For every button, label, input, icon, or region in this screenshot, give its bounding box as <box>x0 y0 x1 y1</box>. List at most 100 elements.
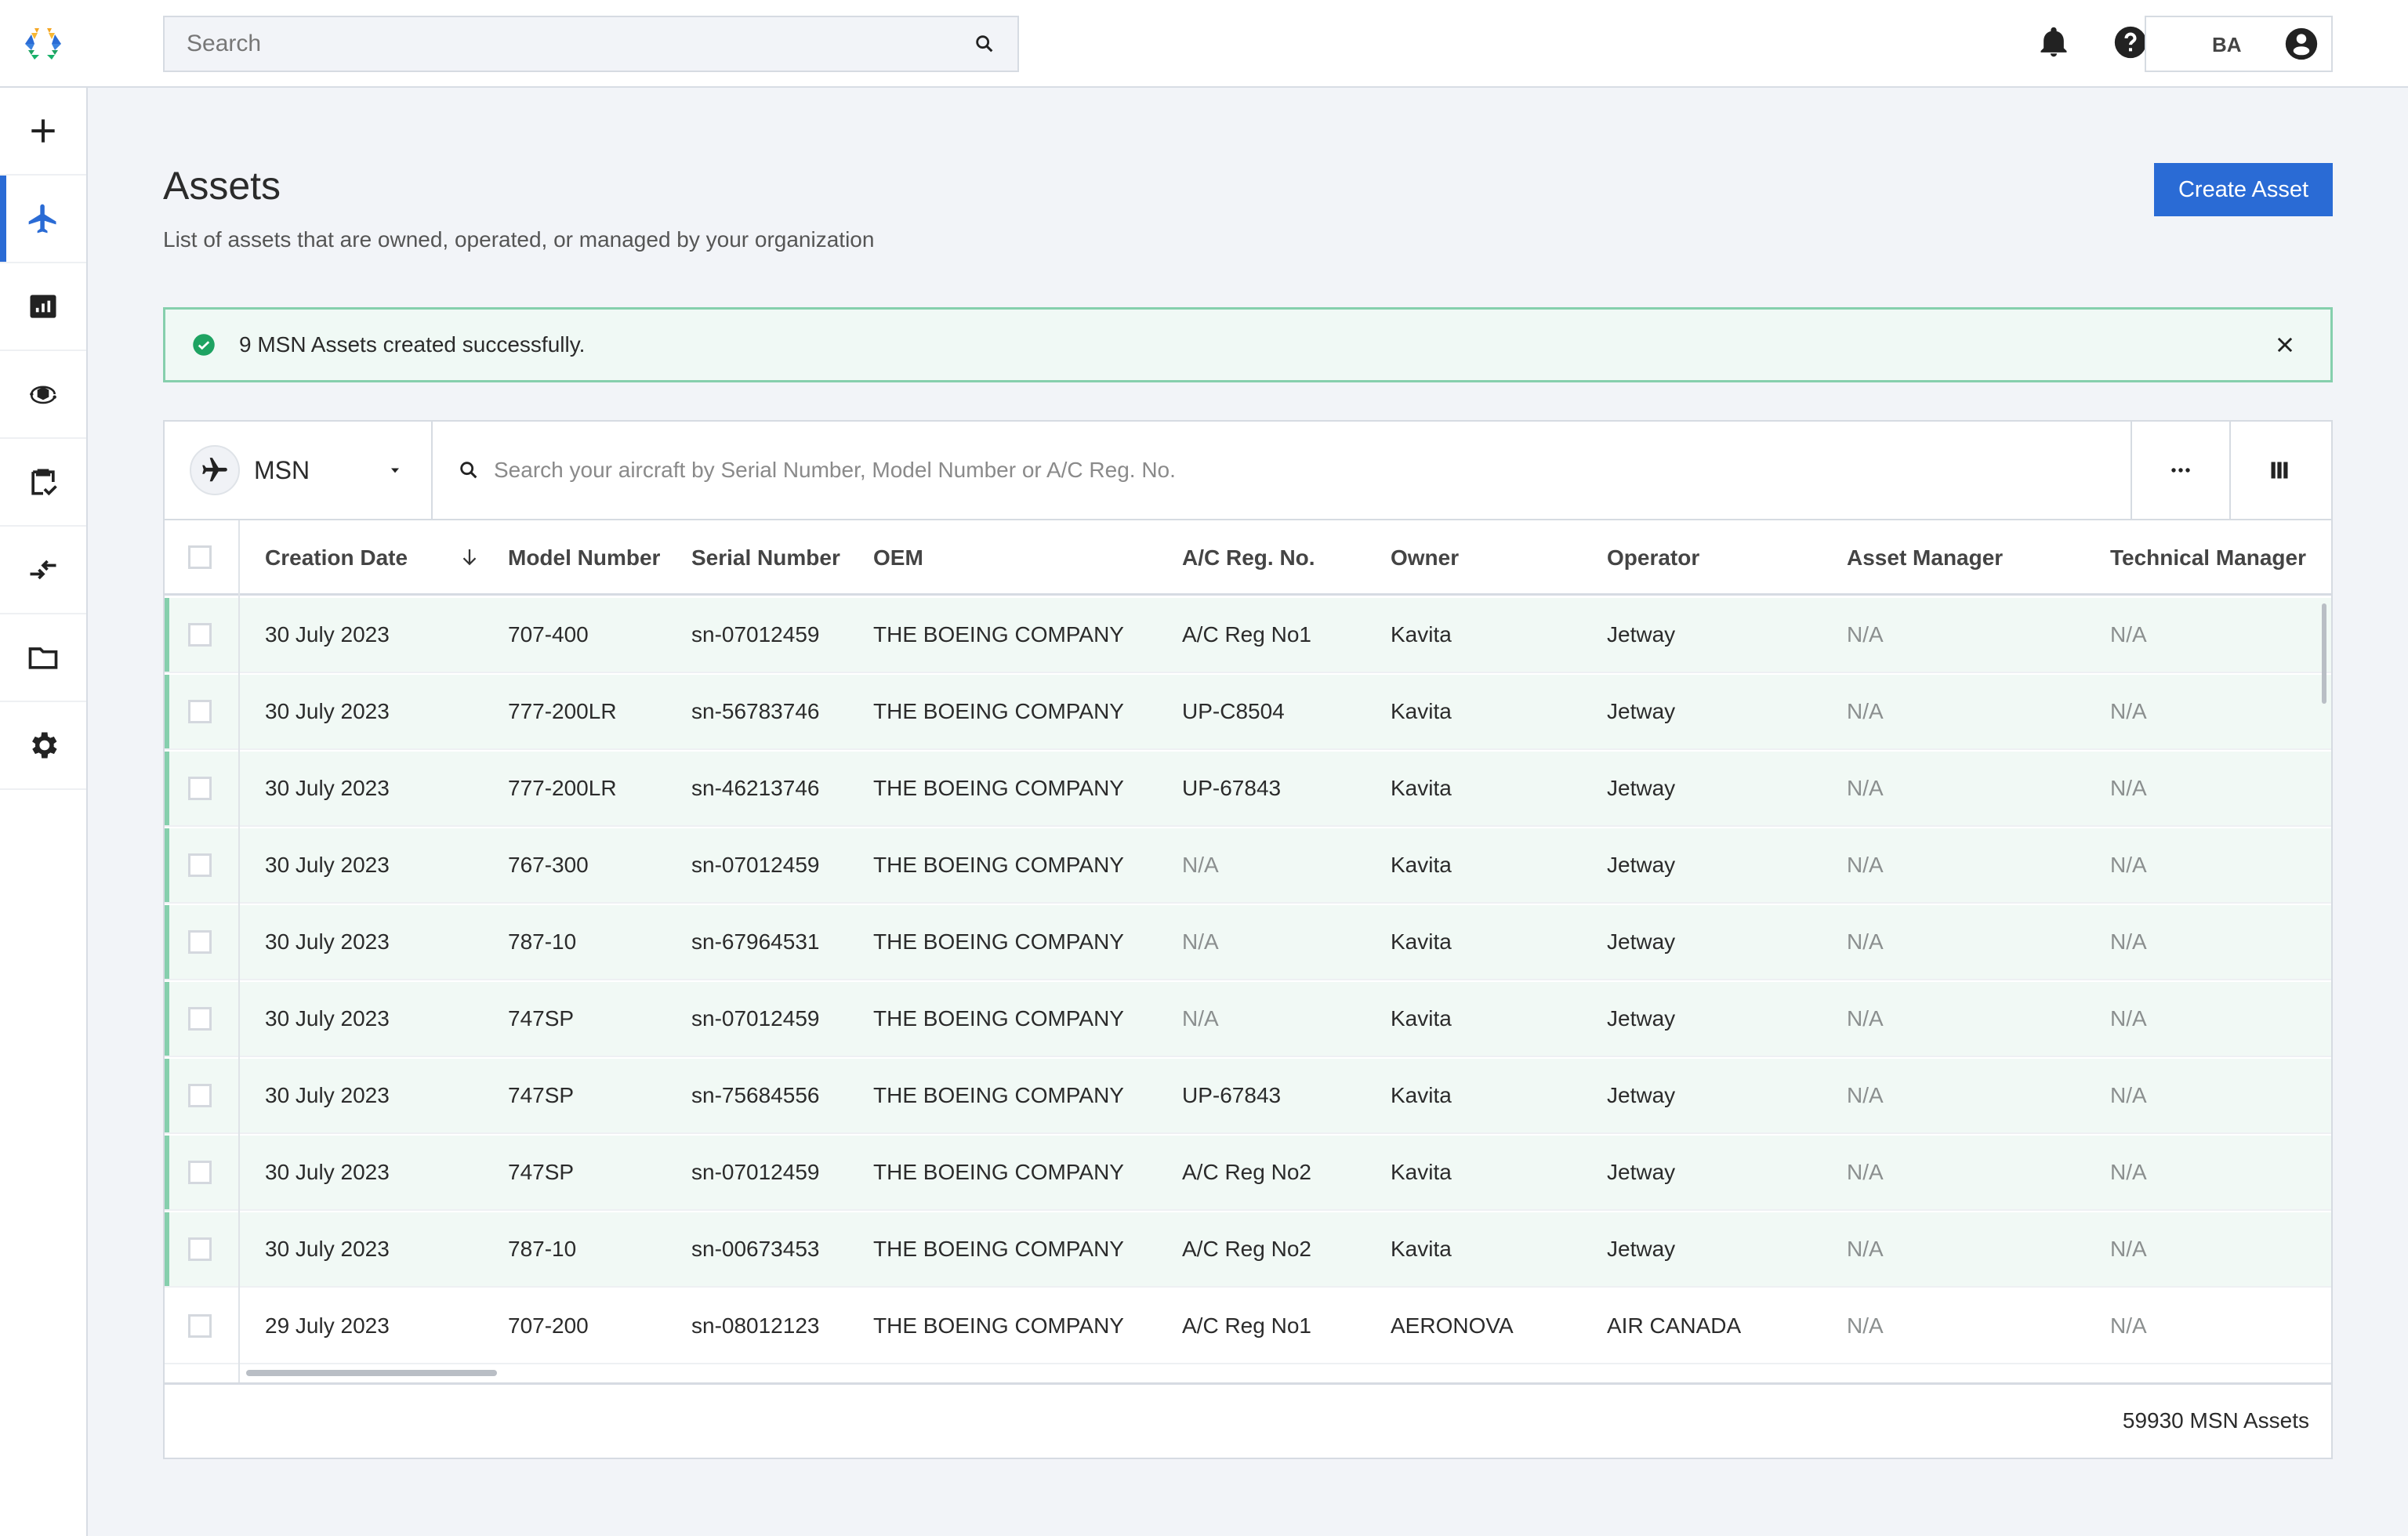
cell-creation-date: 30 July 2023 <box>265 1006 390 1031</box>
gear-icon <box>32 732 57 759</box>
more-options-button[interactable] <box>2131 422 2229 519</box>
table-row[interactable]: 30 July 2023 777-200LR sn-46213746 THE BOEI… <box>165 752 2331 827</box>
column-asset-manager[interactable]: Asset Manager <box>1847 520 2003 596</box>
sidebar-item-documents[interactable] <box>0 614 86 702</box>
table-row[interactable]: 29 July 2023 707-200 sn-08012123 THE BOEING… <box>165 1289 2331 1364</box>
global-search[interactable] <box>163 16 1019 72</box>
cell-serial-number: sn-56783746 <box>691 699 820 723</box>
cell-owner: Kavita <box>1391 1237 1452 1261</box>
search-icon[interactable] <box>974 33 995 55</box>
sidebar-item-reports[interactable] <box>0 263 86 351</box>
sidebar-item-assets[interactable] <box>0 176 86 263</box>
row-checkbox[interactable] <box>188 853 212 877</box>
column-serial-number[interactable]: Serial Number <box>691 520 840 596</box>
sidebar-item-create[interactable] <box>0 88 86 176</box>
cell-oem: THE BOEING COMPANY <box>873 622 1124 647</box>
table-body: 30 July 2023 707-400 sn-07012459 THE BOEING… <box>165 598 2331 1382</box>
help-icon[interactable] <box>2113 25 2148 60</box>
row-checkbox[interactable] <box>188 700 212 723</box>
cell-operator: Jetway <box>1607 776 1676 800</box>
column-oem[interactable]: OEM <box>873 520 923 596</box>
table-toolbar: MSN <box>165 422 2331 520</box>
sidebar-item-settings[interactable] <box>0 702 86 790</box>
cell-asset-manager: N/A <box>1847 1366 1884 1382</box>
column-operator[interactable]: Operator <box>1607 520 1699 596</box>
cell-ac-reg-no: UP-67843 <box>1182 1083 1282 1107</box>
cell-serial-number: sn-75684556 <box>691 1083 820 1107</box>
row-checkbox[interactable] <box>188 1161 212 1184</box>
account-circle-icon <box>2285 27 2318 60</box>
plus-icon <box>31 119 55 143</box>
table-row[interactable]: 30 July 2023 787-10 sn-00673453 THE BOEING … <box>165 1212 2331 1288</box>
table-row[interactable]: 30 July 2023 767-300 sn-07012459 THE BOEING… <box>165 828 2331 904</box>
column-ac-reg-no[interactable]: A/C Reg. No. <box>1182 520 1315 596</box>
sort-arrow-down-icon[interactable] <box>458 545 481 569</box>
cell-model-number: 747SP <box>508 1083 575 1107</box>
cell-owner: AERONOVA <box>1391 1366 1514 1382</box>
column-technical-manager[interactable]: Technical Manager <box>2110 520 2306 596</box>
aircraft-search[interactable] <box>434 422 2131 519</box>
cell-model-number: 707-200 <box>508 1313 589 1338</box>
sidebar-item-transactions[interactable] <box>0 351 86 439</box>
cell-technical-manager: N/A <box>2110 853 2147 877</box>
table-row[interactable]: 30 July 2023 747SP sn-07012459 THE BOEING C… <box>165 982 2331 1057</box>
table-row[interactable]: 30 July 2023 707-400 sn-07012459 THE BOEING… <box>165 598 2331 673</box>
row-checkbox[interactable] <box>188 777 212 800</box>
cell-technical-manager: N/A <box>2110 776 2147 800</box>
row-checkbox[interactable] <box>188 1237 212 1261</box>
table-row[interactable]: 30 July 2023 777-200LR sn-56783746 THE BOEI… <box>165 675 2331 750</box>
cell-model-number: 707-200 <box>508 1366 589 1382</box>
folder-icon <box>28 647 58 669</box>
horizontal-scrollbar[interactable] <box>246 1370 497 1376</box>
cell-technical-manager: N/A <box>2110 622 2147 647</box>
select-all-checkbox[interactable] <box>188 545 212 569</box>
vertical-scrollbar[interactable] <box>2322 603 2326 704</box>
sidebar-item-transfers[interactable] <box>0 527 86 614</box>
sidebar-item-tasks[interactable] <box>0 439 86 527</box>
row-checkbox[interactable] <box>188 623 212 647</box>
columns-button[interactable] <box>2229 422 2328 519</box>
checkbox-column-divider <box>238 520 240 1382</box>
more-horizontal-icon <box>2171 468 2190 473</box>
airplane-icon <box>28 204 56 234</box>
row-checkbox[interactable] <box>188 930 212 954</box>
cell-serial-number: sn-07012459 <box>691 1006 820 1031</box>
cell-technical-manager: N/A <box>2110 699 2147 723</box>
aircraft-search-input[interactable] <box>494 458 2131 483</box>
global-search-input[interactable] <box>187 31 974 57</box>
asset-type-select[interactable]: MSN <box>165 422 433 519</box>
cell-model-number: 787-10 <box>508 1237 577 1261</box>
cell-creation-date: 30 July 2023 <box>265 929 390 954</box>
cell-operator: AIR CANADA <box>1607 1366 1741 1382</box>
package-cycle-icon <box>30 386 56 404</box>
cell-oem: THE BOEING COMPANY <box>873 1083 1124 1107</box>
logo-icon[interactable] <box>24 27 63 61</box>
bar-chart-icon <box>30 295 56 318</box>
cell-creation-date: 30 July 2023 <box>265 1160 390 1184</box>
bell-icon[interactable] <box>2036 25 2071 60</box>
column-model-number[interactable]: Model Number <box>508 520 660 596</box>
cell-technical-manager: N/A <box>2110 1006 2147 1031</box>
table-row[interactable]: 30 July 2023 747SP sn-75684556 THE BOEING C… <box>165 1059 2331 1134</box>
column-owner[interactable]: Owner <box>1391 520 1459 596</box>
cell-technical-manager: N/A <box>2110 1313 2147 1338</box>
cell-creation-date: 30 July 2023 <box>265 1237 390 1261</box>
user-menu[interactable]: BA <box>2145 16 2333 72</box>
chevron-down-icon <box>391 468 399 473</box>
cell-serial-number: sn-08012123 <box>691 1313 820 1338</box>
cell-asset-manager: N/A <box>1847 1237 1884 1261</box>
cell-asset-manager: N/A <box>1847 853 1884 877</box>
table-row[interactable]: 30 July 2023 747SP sn-07012459 THE BOEING C… <box>165 1136 2331 1211</box>
column-creation-date[interactable]: Creation Date <box>265 520 408 596</box>
table-header: Creation Date Model Number Serial Number… <box>165 520 2331 596</box>
cell-oem: THE BOEING COMPANY <box>873 853 1124 877</box>
cell-creation-date: 30 July 2023 <box>265 699 390 723</box>
row-checkbox[interactable] <box>188 1084 212 1107</box>
cell-ac-reg-no: N/A <box>1182 929 1219 954</box>
table-row[interactable]: 30 July 2023 787-10 sn-67964531 THE BOEING … <box>165 905 2331 980</box>
cell-asset-manager: N/A <box>1847 622 1884 647</box>
create-asset-button[interactable]: Create Asset <box>2154 163 2333 216</box>
close-icon[interactable] <box>2274 334 2296 356</box>
row-checkbox[interactable] <box>188 1007 212 1031</box>
row-checkbox[interactable] <box>188 1314 212 1338</box>
